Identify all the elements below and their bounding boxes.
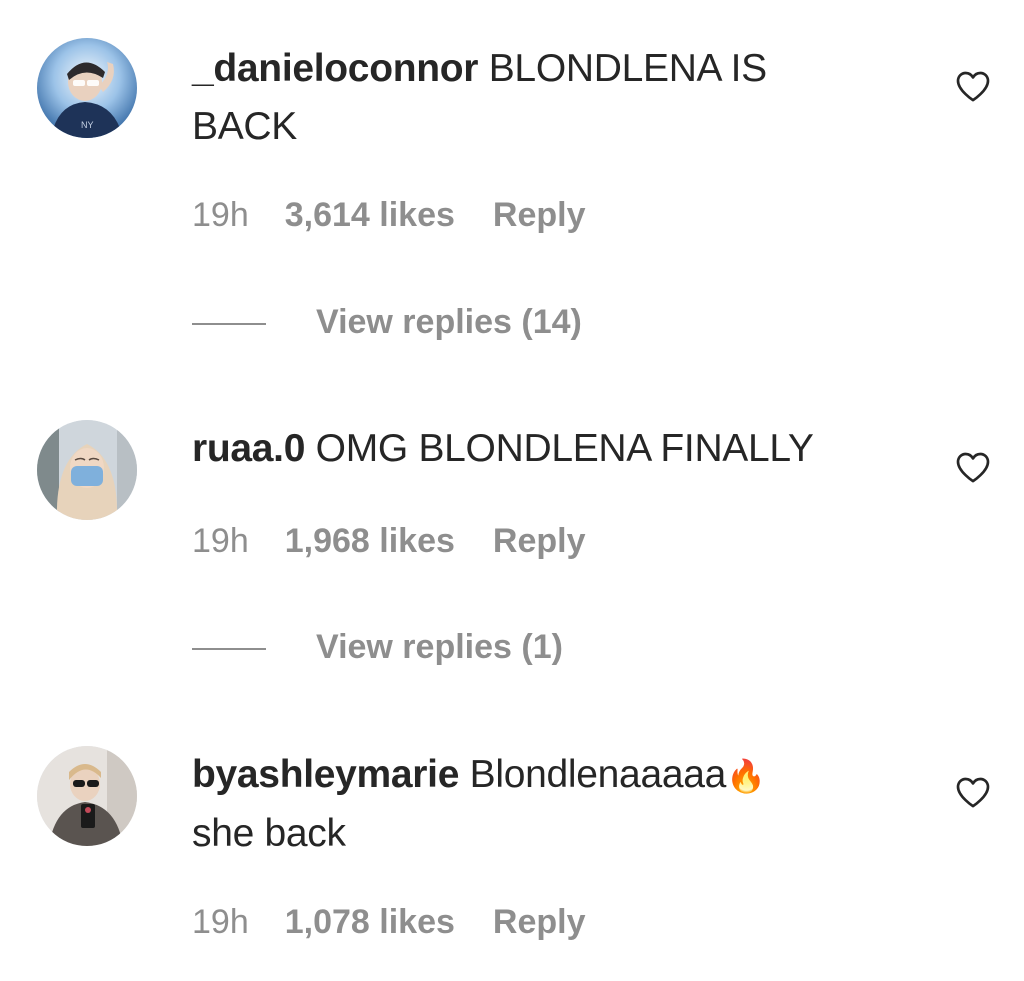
comment-likes[interactable]: 1,078 likes bbox=[285, 903, 455, 942]
comment-time: 19h bbox=[192, 522, 249, 560]
comment-time: 19h bbox=[192, 903, 249, 941]
comment-username[interactable]: ruaa.0 bbox=[192, 427, 305, 470]
comment-body: OMG BLONDLENA FINALLY bbox=[315, 427, 814, 470]
avatar[interactable] bbox=[37, 420, 137, 520]
comment-likes[interactable]: 1,968 likes bbox=[285, 522, 455, 561]
fire-emoji-icon: 🔥 bbox=[726, 758, 766, 794]
heart-icon[interactable] bbox=[953, 66, 993, 106]
avatar-image: NY bbox=[37, 38, 137, 138]
avatar-image bbox=[37, 746, 137, 846]
reply-button[interactable]: Reply bbox=[493, 522, 586, 561]
reply-button[interactable]: Reply bbox=[493, 196, 586, 235]
comment-username[interactable]: _danieloconnor bbox=[192, 47, 478, 90]
svg-text:NY: NY bbox=[81, 120, 94, 130]
comment-meta: 19h 3,614 likes Reply bbox=[192, 196, 585, 235]
avatar[interactable]: NY bbox=[37, 38, 137, 138]
view-replies-label: View replies (1) bbox=[316, 628, 563, 666]
view-replies-label: View replies (14) bbox=[316, 303, 582, 341]
heart-icon[interactable] bbox=[953, 447, 993, 487]
comment-text: byashleymarie Blondlenaaaaa🔥 she back bbox=[192, 746, 872, 863]
comment-body-line2: she back bbox=[192, 812, 346, 855]
view-replies-button[interactable]: View replies (14) bbox=[192, 303, 582, 342]
avatar-image bbox=[37, 420, 137, 520]
comment-meta: 19h 1,078 likes Reply bbox=[192, 903, 585, 942]
comment-username[interactable]: byashleymarie bbox=[192, 753, 459, 796]
divider-line bbox=[192, 323, 266, 326]
comment-body: Blondlenaaaaa bbox=[469, 753, 727, 796]
view-replies-button[interactable]: View replies (1) bbox=[192, 628, 563, 667]
comment-text: ruaa.0 OMG BLONDLENA FINALLY bbox=[192, 420, 872, 478]
heart-icon[interactable] bbox=[953, 772, 993, 812]
comment-likes[interactable]: 3,614 likes bbox=[285, 196, 455, 235]
divider-line bbox=[192, 648, 266, 651]
comment-text: _danieloconnor BLONDLENA IS BACK bbox=[192, 40, 872, 156]
comment-meta: 19h 1,968 likes Reply bbox=[192, 522, 585, 561]
reply-button[interactable]: Reply bbox=[493, 903, 586, 942]
avatar[interactable] bbox=[37, 746, 137, 846]
comment-time: 19h bbox=[192, 196, 249, 234]
